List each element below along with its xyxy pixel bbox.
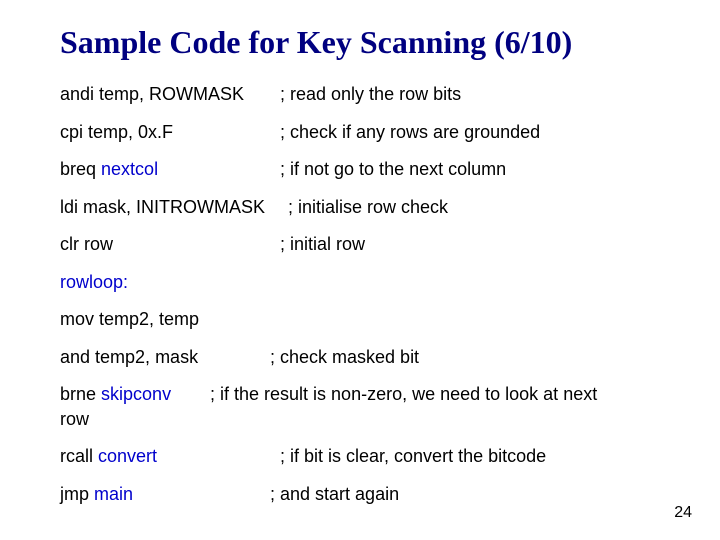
code-comment: ; initialise row check xyxy=(288,196,448,219)
code-text: mov temp2, temp xyxy=(60,308,199,331)
instr: brne xyxy=(60,384,101,404)
code-line: ldi mask, INITROWMASK ; initialise row c… xyxy=(60,196,670,219)
code-line: and temp2, mask ; check masked bit xyxy=(60,346,670,369)
code-comment: ; if the result is non-zero, we need to … xyxy=(210,383,597,406)
label-ref: nextcol xyxy=(101,159,158,179)
code-comment: ; read only the row bits xyxy=(280,83,461,106)
slide-title: Sample Code for Key Scanning (6/10) xyxy=(60,24,670,61)
code-line: breq nextcol ; if not go to the next col… xyxy=(60,158,670,181)
code-comment: ; if bit is clear, convert the bitcode xyxy=(280,445,546,468)
code-comment: ; if not go to the next column xyxy=(280,158,506,181)
code-line: rcall convert ; if bit is clear, convert… xyxy=(60,445,670,468)
label-def: rowloop: xyxy=(60,271,128,294)
code-line: jmp main ; and start again xyxy=(60,483,670,506)
page-number: 24 xyxy=(674,504,692,522)
code-line: mov temp2, temp xyxy=(60,308,670,331)
code-comment: ; check masked bit xyxy=(270,346,419,369)
code-line: andi temp, ROWMASK ; read only the row b… xyxy=(60,83,670,106)
code-text: jmp main xyxy=(60,483,270,506)
code-text: breq nextcol xyxy=(60,158,280,181)
code-text-cont: row xyxy=(60,408,670,431)
instr: breq xyxy=(60,159,101,179)
code-comment: ; and start again xyxy=(270,483,399,506)
label-ref: convert xyxy=(98,446,157,466)
code-text: rcall convert xyxy=(60,445,280,468)
code-text: andi temp, ROWMASK xyxy=(60,83,280,106)
code-text: ldi mask, INITROWMASK xyxy=(60,196,288,219)
code-line: clr row ; initial row xyxy=(60,233,670,256)
label-ref: skipconv xyxy=(101,384,171,404)
label-ref: main xyxy=(94,484,133,504)
code-comment: ; initial row xyxy=(280,233,365,256)
code-line: brne skipconv ; if the result is non-zer… xyxy=(60,383,670,430)
code-line: rowloop: xyxy=(60,271,670,294)
instr: jmp xyxy=(60,484,94,504)
code-text: clr row xyxy=(60,233,280,256)
code-text: brne skipconv xyxy=(60,383,210,406)
code-text: cpi temp, 0x.F xyxy=(60,121,280,144)
instr: rcall xyxy=(60,446,98,466)
code-line: cpi temp, 0x.F ; check if any rows are g… xyxy=(60,121,670,144)
slide: Sample Code for Key Scanning (6/10) andi… xyxy=(0,0,720,540)
code-comment: ; check if any rows are grounded xyxy=(280,121,540,144)
code-text: and temp2, mask xyxy=(60,346,270,369)
